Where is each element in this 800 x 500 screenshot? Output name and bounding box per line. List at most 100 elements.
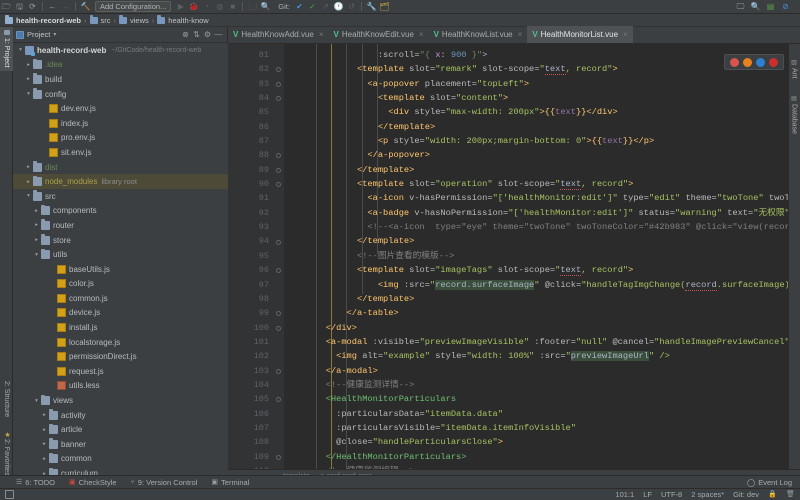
run-configuration-selector[interactable]: Add Configuration...	[95, 1, 171, 12]
code-line[interactable]: <a-popover placement="topLeft">	[284, 77, 788, 91]
breadcrumb-item-project[interactable]: health-record-web	[5, 16, 81, 25]
search-everywhere-icon[interactable]: 🔍	[259, 1, 272, 13]
tree-node[interactable]: ▾views	[13, 393, 228, 408]
profile-icon[interactable]: ◍	[213, 1, 226, 13]
code-line[interactable]: <a-badge v-hasNoPermission="['healthMoni…	[284, 206, 788, 220]
close-icon[interactable]: ×	[623, 30, 628, 39]
tree-node[interactable]: ▸build	[13, 72, 228, 87]
chrome-icon[interactable]	[730, 58, 739, 67]
git-branch[interactable]: Git: dev	[733, 490, 759, 499]
breadcrumb-item-views[interactable]: views	[119, 16, 149, 25]
chevron-right-icon[interactable]: ▸	[40, 441, 49, 447]
sidebar-item-database[interactable]: ▤ Database	[788, 92, 800, 137]
fold-marker[interactable]	[276, 168, 281, 173]
tool-window-checkstyle[interactable]: ▣ CheckStyle	[69, 478, 117, 487]
opera-icon[interactable]	[769, 58, 778, 67]
edge-icon[interactable]	[756, 58, 765, 67]
code-line[interactable]: <template slot="imageTags" slot-scope="t…	[284, 263, 788, 277]
hide-tool-windows-icon[interactable]	[5, 490, 14, 499]
expand-collapse-icon[interactable]: ⇅	[191, 29, 202, 40]
build-project-icon[interactable]: 🗔	[246, 1, 259, 13]
terminal-icon[interactable]: ▤	[764, 1, 777, 13]
tree-node[interactable]: ▸activity	[13, 408, 228, 423]
preview-icon[interactable]: 🖵	[734, 1, 747, 13]
fold-marker[interactable]	[276, 455, 281, 460]
project-tree[interactable]: ▾health-record-web~/GitCode/health-recor…	[13, 43, 228, 482]
tree-node[interactable]: baseUtils.js	[13, 262, 228, 277]
tree-node[interactable]: permissionDirect.js	[13, 349, 228, 364]
chevron-right-icon[interactable]: ▸	[24, 76, 33, 82]
close-icon[interactable]: ×	[319, 30, 324, 39]
tree-node[interactable]: ▸banner	[13, 437, 228, 452]
tree-node[interactable]: pro.env.js	[13, 131, 228, 146]
chevron-down-icon[interactable]: ▾	[24, 193, 33, 199]
tool-window-terminal[interactable]: ▣ Terminal	[211, 478, 249, 487]
memory-icon[interactable]: 🗑	[786, 490, 795, 499]
fold-marker[interactable]	[276, 240, 281, 245]
fold-marker[interactable]	[276, 82, 281, 87]
code-line[interactable]: <!--<a-icon type="eye" theme="twoTone" t…	[284, 220, 788, 234]
fold-marker[interactable]	[276, 96, 281, 101]
sync-icon[interactable]: ⟳	[26, 1, 39, 13]
code-line[interactable]: <a-icon v-hasPermission="['healthMonitor…	[284, 191, 788, 205]
editor-tab[interactable]: VHealthKnowList.vue×	[429, 26, 528, 43]
code-line[interactable]: <template slot="operation" slot-scope="t…	[284, 177, 788, 191]
search-icon[interactable]: 🔍	[749, 1, 762, 13]
code-line[interactable]: @close="handleParticularsClose">	[284, 435, 788, 449]
fold-marker[interactable]	[276, 326, 281, 331]
chevron-down-icon[interactable]: ▾	[32, 398, 41, 404]
tree-node[interactable]: sit.env.js	[13, 145, 228, 160]
editor-tab[interactable]: VHealthKnowEdit.vue×	[329, 26, 429, 43]
tree-node[interactable]: ▾config	[13, 87, 228, 102]
push-icon[interactable]: ↗	[319, 1, 332, 13]
close-icon[interactable]: ×	[419, 30, 424, 39]
chevron-right-icon[interactable]: ▸	[40, 456, 49, 462]
line-separator[interactable]: LF	[643, 490, 652, 499]
tree-node[interactable]: install.js	[13, 320, 228, 335]
tree-node[interactable]: ▾health-record-web~/GitCode/health-recor…	[13, 43, 228, 58]
chevron-down-icon[interactable]: ▾	[32, 252, 41, 258]
chevron-right-icon[interactable]: ▸	[40, 412, 49, 418]
code-line[interactable]: <HealthMonitorParticulars	[284, 392, 788, 406]
history-icon[interactable]: 🕐	[332, 1, 345, 13]
chevron-right-icon[interactable]: ▸	[32, 208, 41, 214]
chevron-right-icon[interactable]: ▸	[32, 222, 41, 228]
code-line[interactable]: <template slot="content">	[284, 91, 788, 105]
editor-tab[interactable]: VHealthKnowAdd.vue×	[228, 26, 329, 43]
tree-node[interactable]: dev.env.js	[13, 101, 228, 116]
chevron-right-icon[interactable]: ▸	[24, 164, 33, 170]
code-content[interactable]: :scroll="{ x: 900 }"> <template slot="re…	[284, 44, 788, 469]
code-line[interactable]: <p style="width: 200px;margin-bottom: 0"…	[284, 134, 788, 148]
tree-node[interactable]: index.js	[13, 116, 228, 131]
navigate-forward-icon[interactable]: →	[59, 1, 72, 13]
settings-wrench-icon[interactable]: 🔧	[365, 1, 378, 13]
tool-window-version-control[interactable]: ⑂ 9: Version Control	[131, 478, 198, 487]
code-editor[interactable]: 8182838485868788899091929394959697989910…	[228, 44, 800, 469]
breadcrumb-item-health-know[interactable]: health-know	[157, 16, 208, 25]
chevron-right-icon[interactable]: ▸	[40, 427, 49, 433]
browser-preview-popup[interactable]	[724, 54, 784, 70]
tree-node[interactable]: ▸.idea	[13, 58, 228, 73]
lock-icon[interactable]: 🔒	[768, 490, 777, 499]
commit-icon[interactable]: ✓	[306, 1, 319, 13]
tree-node[interactable]: ▾utils	[13, 247, 228, 262]
code-folding-gutter[interactable]	[273, 44, 284, 469]
code-line[interactable]: </a-table>	[284, 306, 788, 320]
fold-marker[interactable]	[276, 369, 281, 374]
run-coverage-icon[interactable]: ◔	[200, 1, 213, 13]
build-hammer-icon[interactable]: 🔨	[79, 1, 92, 13]
tree-node[interactable]: ▸components	[13, 204, 228, 219]
code-line[interactable]: </template>	[284, 163, 788, 177]
sidebar-item-favorites[interactable]: ★ 2: Favorites	[0, 428, 13, 479]
code-line[interactable]: <!--健康监测详情-->	[284, 378, 788, 392]
tree-node[interactable]: ▸node_moduleslibrary root	[13, 174, 228, 189]
code-line[interactable]: <img :src="record.surfaceImage" @click="…	[284, 278, 788, 292]
rollback-icon[interactable]: ↺	[345, 1, 358, 13]
tree-node[interactable]: ▸router	[13, 218, 228, 233]
chevron-down-icon[interactable]: ▾	[16, 47, 25, 53]
tree-node[interactable]: device.js	[13, 306, 228, 321]
tree-node[interactable]: color.js	[13, 277, 228, 292]
tree-node[interactable]: ▾src	[13, 189, 228, 204]
code-line[interactable]: :particularsData="itemData.data"	[284, 407, 788, 421]
save-all-icon[interactable]: 🖫	[13, 1, 26, 13]
